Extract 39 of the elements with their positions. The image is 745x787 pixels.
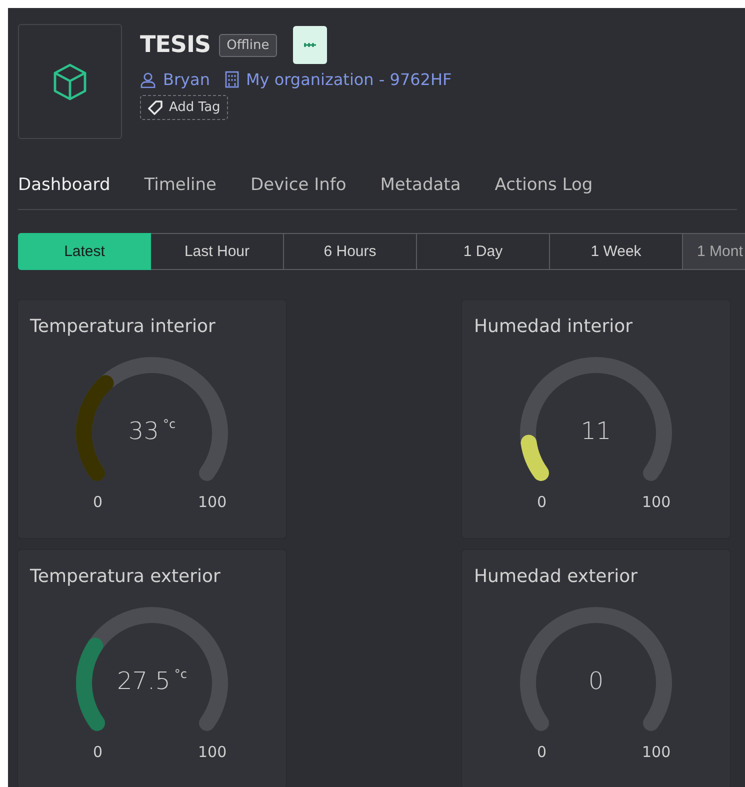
gauge-title: Humedad exterior (474, 566, 639, 587)
tab[interactable]: Timeline (144, 165, 217, 209)
gauge-min-label: 0 (93, 743, 103, 761)
gauge-title: Humedad interior (474, 316, 634, 337)
gauge-value: 33 (128, 417, 159, 445)
gauge-min-label: 0 (93, 493, 103, 511)
cube-icon (53, 62, 87, 100)
add-tag-button[interactable]: Add Tag (140, 95, 228, 120)
tab[interactable]: Metadata (380, 165, 461, 209)
device-name: TESIS (140, 32, 211, 58)
gauge-max-label: 100 (642, 743, 671, 761)
gauge-max-label: 100 (642, 493, 671, 511)
gauge-unit: °c (174, 667, 188, 683)
gauge-value: 0 (588, 667, 604, 695)
gauge-title: Temperatura interior (30, 316, 216, 337)
tab[interactable]: Device Info (250, 165, 346, 209)
gauge-min-label: 0 (537, 743, 547, 761)
gauge-value: 27.5 (116, 667, 170, 695)
time-range-button[interactable]: 6 Hours (284, 233, 417, 270)
organization-link[interactable]: My organization - 9762HF (246, 70, 452, 89)
gauge-value: 11 (580, 417, 612, 445)
building-icon (224, 71, 239, 88)
time-range-button[interactable]: 1 Day (417, 233, 550, 270)
time-range-button[interactable]: Last Hour (151, 233, 284, 270)
gauge-max-label: 100 (198, 743, 227, 761)
tab[interactable]: Actions Log (494, 165, 593, 209)
status-badge: Offline (218, 34, 278, 56)
time-range-button[interactable]: 1 Mont (683, 233, 745, 270)
gauge-title: Temperatura exterior (30, 566, 222, 587)
gauge-min-label: 0 (537, 493, 547, 511)
user-icon (140, 72, 156, 88)
tab[interactable]: Dashboard (18, 165, 110, 209)
tag-icon (148, 100, 163, 115)
device-type-icon (293, 26, 328, 64)
owner-link[interactable]: Bryan (163, 70, 210, 89)
time-range-button[interactable]: 1 Week (550, 233, 683, 270)
time-range-button[interactable]: Latest (18, 233, 151, 270)
gauge-unit: °c (162, 417, 176, 433)
gauge-max-label: 100 (198, 493, 227, 511)
